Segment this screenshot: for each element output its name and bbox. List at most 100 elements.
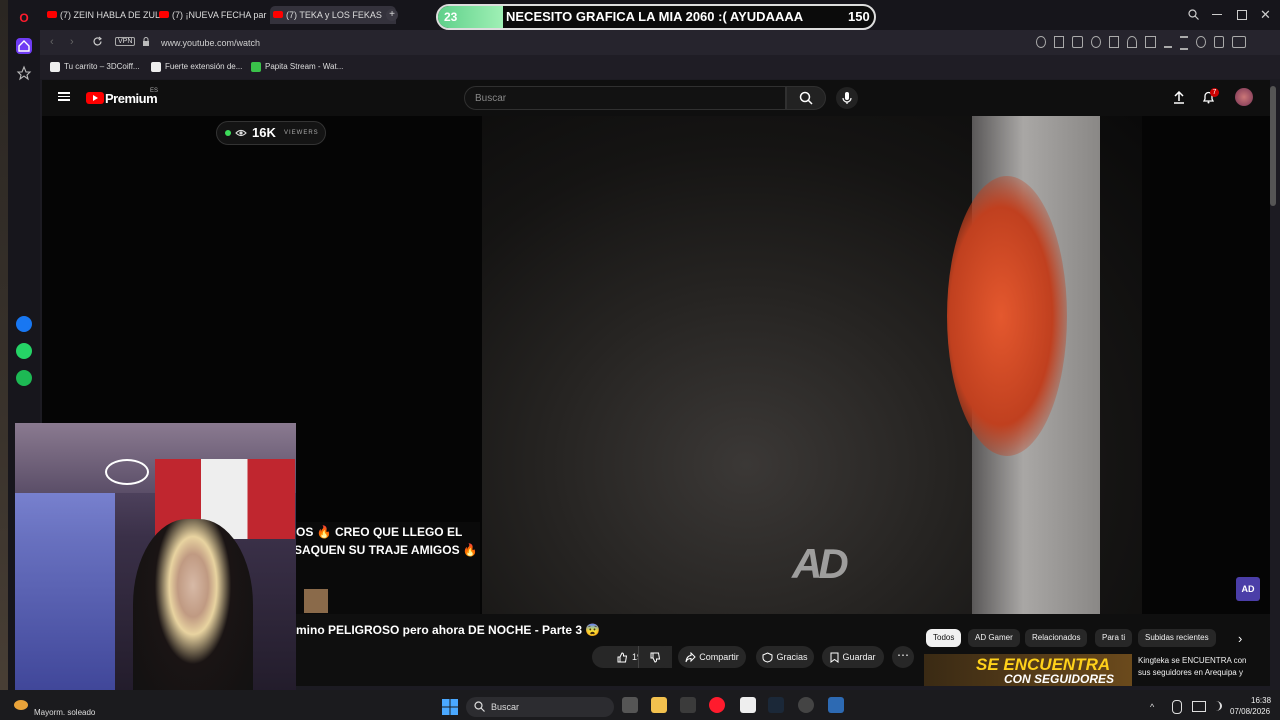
save-button[interactable]: Guardar (822, 646, 884, 668)
extensions-icon[interactable] (1214, 36, 1225, 48)
zoom-icon[interactable] (1036, 36, 1047, 48)
new-tab-button[interactable]: + (386, 9, 398, 21)
video-frame-orange (947, 176, 1067, 456)
page-scrollbar[interactable] (1270, 86, 1276, 206)
forward-button[interactable]: › (70, 36, 74, 48)
region-code: ES (150, 88, 159, 94)
search-icon[interactable] (1188, 9, 1199, 20)
whatsapp-icon[interactable] (16, 343, 32, 359)
chip-recent-uploads[interactable]: Subidas recientes (1138, 629, 1216, 647)
youtube-icon (159, 11, 169, 18)
recommended-video-title[interactable]: Kingteka se ENCUENTRA con (1138, 656, 1247, 665)
messenger-icon[interactable] (16, 316, 32, 332)
obs-icon[interactable] (680, 697, 696, 713)
webcam-overlay (15, 423, 296, 709)
reload-icon[interactable] (92, 36, 103, 47)
branding-watermark[interactable]: AD (1236, 577, 1260, 601)
share-button[interactable]: Compartir (678, 646, 746, 668)
network-icon[interactable] (1192, 701, 1206, 712)
back-button[interactable]: ‹ (50, 36, 54, 48)
recommended-video-thumbnail[interactable]: SE ENCUENTRA CON SEGUIDORES (924, 654, 1132, 686)
search-button[interactable] (786, 86, 826, 110)
dislike-button[interactable] (638, 646, 671, 668)
more-actions-button[interactable]: ⋯ (892, 646, 914, 668)
bookmark-extension[interactable]: Fuerte extensión de... (151, 62, 242, 72)
ai-icon[interactable] (1232, 36, 1246, 48)
donation-goal-bar: 23 NECESITO GRAFICA LA MIA 2060 :( AYUDA… (436, 4, 876, 30)
youtube-logo-icon[interactable] (86, 92, 104, 104)
shield-icon[interactable] (1090, 36, 1101, 48)
donation-message: NECESITO GRAFICA LA MIA 2060 :( AYUDAAAA (506, 9, 804, 24)
close-button[interactable]: ✕ (1260, 7, 1271, 23)
hamburger-menu-icon[interactable] (58, 92, 70, 101)
chat-message: OS 🔥 CREO QUE LLEGO EL (296, 525, 463, 539)
voice-search-mic-icon[interactable] (836, 87, 858, 109)
download-icon[interactable] (1163, 36, 1172, 48)
opera-logo-icon[interactable]: O (16, 10, 32, 26)
app-icon[interactable] (798, 697, 814, 713)
windows-start-icon[interactable] (442, 699, 458, 715)
menu-icon[interactable] (1179, 36, 1188, 50)
settings-gear-icon[interactable] (828, 697, 844, 713)
minimize-button[interactable] (1212, 14, 1222, 15)
chip-ad-gamer[interactable]: AD Gamer (968, 629, 1020, 647)
thumbnail-text: CON SEGUIDORES (1004, 672, 1115, 686)
heart-icon[interactable] (1127, 36, 1138, 48)
taskbar-search[interactable]: Buscar (466, 697, 614, 717)
upload-icon[interactable] (1173, 91, 1185, 104)
pinboard-icon[interactable] (16, 65, 32, 81)
donation-right-count: 150 (848, 9, 870, 24)
avatar[interactable] (1235, 88, 1253, 106)
thanks-label: Gracias (776, 652, 808, 662)
cam-shelf (15, 493, 115, 693)
microphone-icon[interactable] (1172, 700, 1182, 714)
chat-avatar (304, 589, 328, 613)
weather-label[interactable]: Mayorm. soleado (34, 708, 95, 717)
bookmark-papita[interactable]: Papita Stream - Wat... (251, 62, 344, 72)
tab-label: (7) ZEIN HABLA DE ZULLY (60, 10, 164, 20)
chip-related[interactable]: Relacionados (1025, 629, 1088, 647)
play-icon[interactable] (1108, 36, 1120, 48)
volume-icon[interactable] (1210, 701, 1222, 711)
profile-icon[interactable] (1195, 36, 1207, 48)
steam-icon[interactable] (768, 697, 784, 713)
share-icon (685, 652, 696, 663)
weather-icon[interactable] (14, 700, 28, 710)
spotify-icon[interactable] (16, 370, 32, 386)
clock-date[interactable]: 07/08/2026 (1230, 707, 1270, 716)
tab-nueva-fecha[interactable]: (7) ¡NUEVA FECHA par (156, 6, 280, 24)
vpn-badge[interactable]: VPN (115, 37, 136, 46)
eye-icon (235, 128, 247, 138)
tab-teka-active[interactable]: (7) TEKA y LOS FEKAS (270, 6, 396, 24)
url-field[interactable]: www.youtube.com/watch (161, 38, 260, 48)
chips-next-chevron-icon[interactable]: › (1238, 631, 1242, 646)
search-input[interactable]: Buscar (464, 86, 786, 110)
chip-all[interactable]: Todos (926, 629, 962, 647)
file-explorer-icon[interactable] (651, 697, 667, 713)
camera-icon[interactable] (1072, 36, 1083, 48)
edit-icon[interactable] (1054, 36, 1065, 48)
cam-neon-sign (105, 459, 149, 485)
home-icon[interactable] (16, 38, 32, 54)
opera-icon[interactable] (709, 697, 725, 713)
tray-chevron-icon[interactable]: ^ (1150, 702, 1154, 712)
bookmark-3dcoiff[interactable]: Tu carrito – 3DCoiff... (50, 62, 140, 72)
viewers-counter: 16K VIEWERS (216, 121, 326, 145)
tab-zein[interactable]: (7) ZEIN HABLA DE ZULLY (44, 6, 164, 24)
tab-label: (7) TEKA y LOS FEKAS (286, 10, 382, 20)
send-icon[interactable] (1145, 36, 1156, 48)
share-label: Compartir (699, 652, 739, 662)
bookmark-icon (830, 652, 839, 664)
task-view-icon[interactable] (622, 697, 638, 713)
chip-for-you[interactable]: Para ti (1095, 629, 1133, 647)
notepad-icon[interactable] (740, 697, 756, 713)
maximize-button[interactable] (1237, 10, 1247, 20)
bookmark-label: Papita Stream - Wat... (265, 62, 344, 71)
favicon-icon (251, 62, 261, 72)
recommended-video-title[interactable]: sus seguidores en Arequipa y (1138, 668, 1243, 677)
tab-label: (7) ¡NUEVA FECHA par (172, 10, 267, 20)
taskbar-search-label: Buscar (491, 702, 520, 712)
youtube-icon (273, 11, 283, 18)
clock-time[interactable]: 16:38 (1251, 696, 1271, 705)
thanks-button[interactable]: Gracias (756, 646, 814, 668)
